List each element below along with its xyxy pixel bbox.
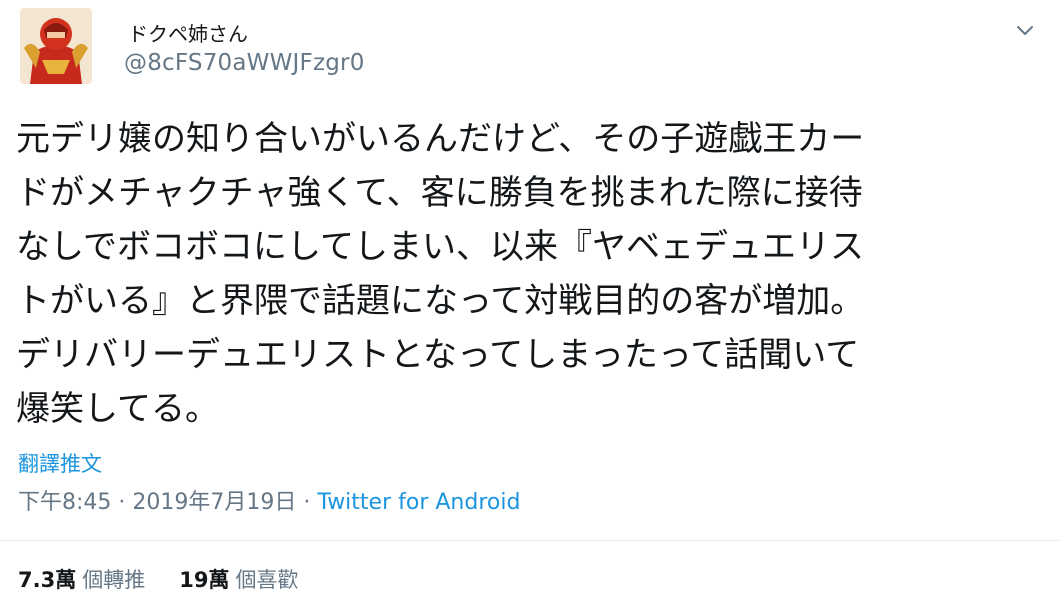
likes-count: 19萬 <box>179 568 230 592</box>
divider <box>0 540 1060 541</box>
chevron-down-icon[interactable] <box>1012 20 1038 40</box>
meta-separator: · <box>118 490 126 515</box>
retweets-count: 7.3萬 <box>18 568 77 592</box>
likes-stat[interactable]: 19萬 個喜歡 <box>179 568 298 592</box>
meta-separator: · <box>303 490 311 515</box>
tweet-date[interactable]: 2019年7月19日 <box>132 490 296 515</box>
user-handle[interactable]: @8cFS70aWWJFzgr0 <box>124 50 365 76</box>
display-name[interactable]: ドクペ姉さん <box>128 18 248 47</box>
retweets-label: 個轉推 <box>82 568 146 592</box>
tweet-source-link[interactable]: Twitter for Android <box>317 490 520 515</box>
translate-tweet-link[interactable]: 翻譯推文 <box>18 448 102 478</box>
tweet-text: 元デリ嬢の知り合いがいるんだけど、その子遊戯王カー ドがメチャクチャ強くて、客に… <box>16 119 865 429</box>
tweet-stats: 7.3萬 個轉推 19萬 個喜歡 <box>18 564 298 594</box>
tweet-meta: 下午8:45 · 2019年7月19日 · Twitter for Androi… <box>18 484 520 516</box>
likes-label: 個喜歡 <box>235 568 299 592</box>
tweet-time[interactable]: 下午8:45 <box>18 490 111 515</box>
retweets-stat[interactable]: 7.3萬 個轉推 <box>18 568 145 592</box>
avatar[interactable] <box>20 8 92 84</box>
